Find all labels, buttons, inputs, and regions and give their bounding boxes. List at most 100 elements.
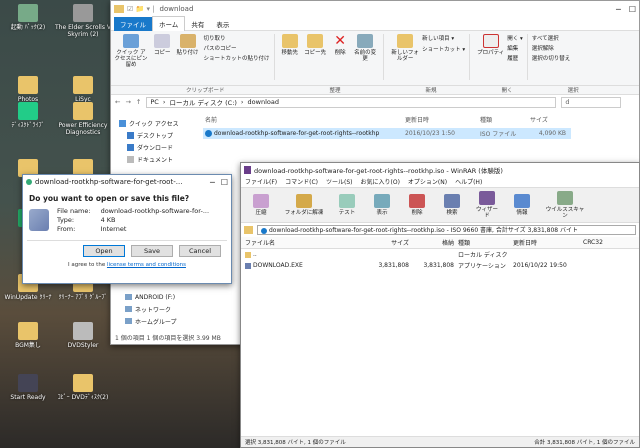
nav-item[interactable]: ドキュメント — [111, 153, 203, 165]
toolbar-button[interactable]: 圧縮 — [248, 194, 274, 216]
column-packed[interactable]: 格納 — [411, 238, 456, 247]
toolbar-button[interactable]: 表示 — [369, 194, 395, 216]
minimize-button[interactable]: ─ — [616, 5, 621, 14]
tab-home[interactable]: ホーム — [152, 16, 186, 31]
cell-name: DOWNLOAD.EXE — [241, 262, 371, 269]
desktop-icon[interactable]: Photos — [0, 76, 56, 103]
column-modified[interactable]: 更新日時 — [511, 238, 581, 247]
extract-icon — [296, 194, 312, 208]
menu-item[interactable]: お気に入り(O) — [361, 177, 400, 186]
copy-path-button[interactable]: パスのコピー — [204, 44, 270, 52]
toolbar-button[interactable]: フォルダに解凍 — [283, 194, 325, 216]
history-button[interactable]: 履歴 — [507, 54, 523, 62]
desktop-icon-label: ｸﾘｰﾅｰ ｱﾌﾟﾘ ｸﾞﾙｰﾌﾟ — [58, 294, 108, 301]
column-size[interactable]: サイズ — [528, 115, 568, 124]
open-button[interactable]: 開く ▾ — [507, 34, 523, 42]
forward-icon[interactable]: → — [125, 98, 130, 106]
quick-access-toolbar[interactable]: ☑ 📁 ▾ | — [127, 5, 155, 13]
nav-item[interactable]: ホームグループ — [111, 315, 203, 327]
nav-item[interactable]: デスクトップ — [111, 129, 203, 141]
select-none-button[interactable]: 選択解除 — [532, 44, 571, 52]
desktop-icon[interactable]: ｺﾋﾟｰ DVDﾃﾞｨｽｸ(2) — [55, 374, 111, 401]
maximize-button[interactable]: ☐ — [629, 5, 636, 14]
shortcut-button[interactable]: ショートカット ▾ — [422, 45, 465, 53]
toolbar-button[interactable]: ウイルススキャン — [544, 191, 586, 219]
toolbar-button[interactable]: 検索 — [439, 194, 465, 216]
desktop-icon-label: 起動 ﾊﾟｯｸ(2) — [10, 24, 46, 31]
folder-icon — [114, 5, 124, 13]
winrar-address-bar[interactable]: download-rootkhp-software-for-get-root-r… — [257, 225, 636, 235]
desktop-icon[interactable]: LiSyc — [55, 76, 111, 103]
menu-item[interactable]: ヘルプ(H) — [455, 177, 482, 186]
desktop-icon[interactable]: ﾃﾞｨｽｸﾄﾞﾗｲﾌﾞ — [0, 102, 56, 129]
menu-item[interactable]: ツール(S) — [326, 177, 353, 186]
rename-button[interactable]: 名前の変更 — [354, 34, 376, 62]
file-list: 名前 更新日時 種類 サイズ download-rootkhp-software… — [203, 109, 639, 139]
open-button[interactable]: Open — [83, 245, 125, 257]
ribbon-divider — [273, 34, 275, 80]
back-icon[interactable]: ← — [115, 98, 120, 106]
column-crc[interactable]: CRC32 — [581, 239, 621, 246]
ribbon-divider — [526, 34, 528, 80]
properties-button[interactable]: プロパティ — [477, 34, 504, 56]
file-row[interactable]: download-rootkhp-software-for-get-root-r… — [203, 128, 571, 139]
column-type[interactable]: 種類 — [478, 115, 528, 124]
nav-item[interactable]: クイック アクセス — [111, 117, 203, 129]
desktop: 起動 ﾊﾟｯｸ(2) The Elder Scrolls V Skyrim (2)… — [0, 0, 640, 448]
delete-icon — [409, 194, 425, 208]
edit-button[interactable]: 編集 — [507, 44, 523, 52]
tab-view[interactable]: 表示 — [210, 17, 235, 31]
desktop-shortcut-icon — [18, 102, 38, 120]
column-filename[interactable]: ファイル名 — [241, 238, 371, 247]
minimize-button[interactable]: ─ — [210, 178, 215, 187]
copy-to-button[interactable]: コピー先 — [304, 34, 326, 56]
tab-share[interactable]: 共有 — [185, 17, 210, 31]
tab-file[interactable]: ファイル — [114, 16, 152, 31]
cut-button[interactable]: 切り取り — [204, 34, 270, 42]
desktop-icon[interactable]: DVDStyler — [55, 322, 111, 349]
paste-shortcut-button[interactable]: ショートカットの貼り付け — [204, 54, 270, 62]
copy-button[interactable]: コピー — [154, 34, 171, 56]
column-size[interactable]: サイズ — [371, 238, 411, 247]
license-link[interactable]: license terms and conditions — [107, 262, 186, 268]
breadcrumb[interactable]: PC › ローカル ディスク (C:) › download — [146, 96, 557, 108]
ribbon-divider — [383, 34, 385, 80]
toolbar-button[interactable]: 情報 — [509, 194, 535, 216]
desktop-icon[interactable]: Start Ready — [0, 374, 56, 401]
paste-button[interactable]: 貼り付け — [177, 34, 199, 56]
desktop-icon[interactable]: BGM集し — [0, 322, 56, 349]
search-input[interactable]: d — [561, 96, 622, 108]
table-row[interactable]: DOWNLOAD.EXE 3,831,808 3,831,808 アプリケーション 20… — [241, 260, 639, 271]
menu-item[interactable]: ファイル(F) — [245, 177, 277, 186]
invert-selection-button[interactable]: 選択の切り替え — [532, 54, 571, 62]
menu-item[interactable]: コマンド(C) — [285, 177, 318, 186]
up-folder-icon[interactable] — [244, 226, 253, 234]
nav-item[interactable]: ANDROID (F:) — [111, 291, 203, 303]
dialog-values: download-rootkhp-software-for-... 4 KB I… — [100, 207, 210, 233]
column-name[interactable]: 名前 — [203, 115, 403, 124]
nav-item[interactable]: ネットワーク — [111, 303, 203, 315]
pin-quick-access-button[interactable]: クイック アクセスにピン留め — [114, 34, 148, 68]
cancel-button[interactable]: Cancel — [179, 245, 221, 257]
select-all-button[interactable]: すべて選択 — [532, 34, 571, 42]
desktop-icon[interactable]: 起動 ﾊﾟｯｸ(2) — [0, 4, 56, 31]
toolbar-button[interactable]: テスト — [334, 194, 360, 216]
new-folder-button[interactable]: 新しいフォルダー — [391, 34, 419, 62]
toolbar-button[interactable]: ウィザード — [474, 191, 500, 219]
nav-item[interactable]: ダウンロード — [111, 141, 203, 153]
table-row[interactable]: .. ローカル ディスク — [241, 249, 639, 260]
save-button[interactable]: Save — [131, 245, 173, 257]
desktop-icon[interactable]: Power Efficiency Diagnostics — [55, 102, 111, 136]
delete-button[interactable]: ✕ 削除 — [332, 34, 348, 56]
file-list-header: 名前 更新日時 種類 サイズ — [203, 114, 639, 124]
toolbar-button[interactable]: 削除 — [404, 194, 430, 216]
new-item-button[interactable]: 新しい項目 ▾ — [422, 34, 465, 42]
menu-item[interactable]: オプション(N) — [408, 177, 447, 186]
desktop-icon[interactable]: The Elder Scrolls V Skyrim (2) — [55, 4, 111, 38]
maximize-button[interactable]: ☐ — [221, 178, 228, 187]
column-date[interactable]: 更新日時 — [403, 115, 478, 124]
move-to-button[interactable]: 移動先 — [282, 34, 298, 56]
column-type[interactable]: 種類 — [456, 238, 511, 247]
up-icon[interactable]: ↑ — [136, 98, 141, 106]
desktop-shortcut-icon — [73, 4, 93, 22]
